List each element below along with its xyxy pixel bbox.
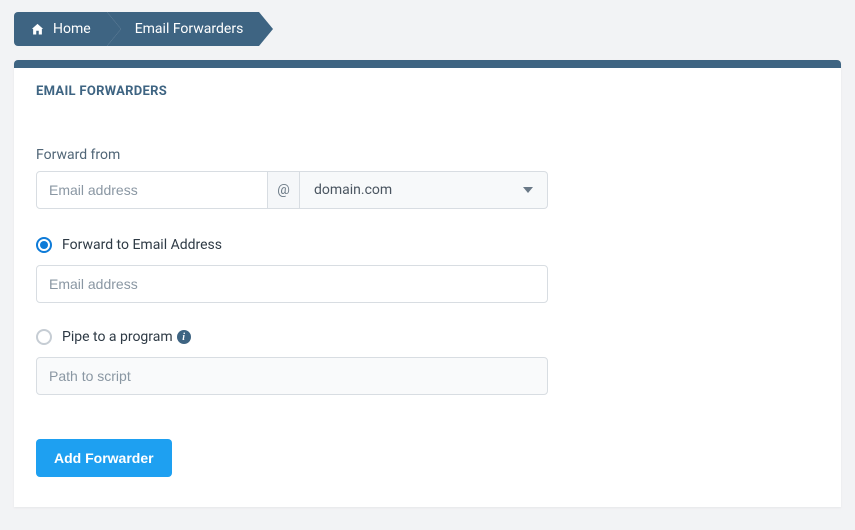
forward-from-input[interactable] <box>36 171 268 209</box>
forward-from-row: @ domain.com <box>36 171 548 209</box>
chevron-down-icon <box>523 187 533 193</box>
option-forward-to-email[interactable]: Forward to Email Address <box>36 237 819 253</box>
home-icon <box>30 22 45 37</box>
breadcrumb-current-label: Email Forwarders <box>135 21 244 37</box>
option-pipe-to-program[interactable]: Pipe to a program i <box>36 329 819 345</box>
info-icon[interactable]: i <box>177 330 191 344</box>
domain-select-value: domain.com <box>314 182 392 198</box>
pipe-script-input[interactable] <box>36 357 548 395</box>
breadcrumb-current[interactable]: Email Forwarders <box>107 12 260 46</box>
radio-forward-to[interactable] <box>36 237 52 253</box>
forward-to-email-input[interactable] <box>36 265 548 303</box>
email-forwarders-panel: EMAIL FORWARDERS Forward from @ domain.c… <box>14 60 841 507</box>
domain-select[interactable]: domain.com <box>300 171 548 209</box>
radio-pipe[interactable] <box>36 329 52 345</box>
panel-title: EMAIL FORWARDERS <box>36 84 819 99</box>
add-forwarder-button[interactable]: Add Forwarder <box>36 439 172 477</box>
at-symbol: @ <box>268 171 300 209</box>
breadcrumb: Home Email Forwarders <box>0 0 855 60</box>
breadcrumb-home-label: Home <box>53 21 91 37</box>
forward-from-label: Forward from <box>36 147 819 163</box>
option-forward-to-label: Forward to Email Address <box>62 237 222 253</box>
breadcrumb-home[interactable]: Home <box>14 12 107 46</box>
option-pipe-label: Pipe to a program <box>62 329 173 345</box>
